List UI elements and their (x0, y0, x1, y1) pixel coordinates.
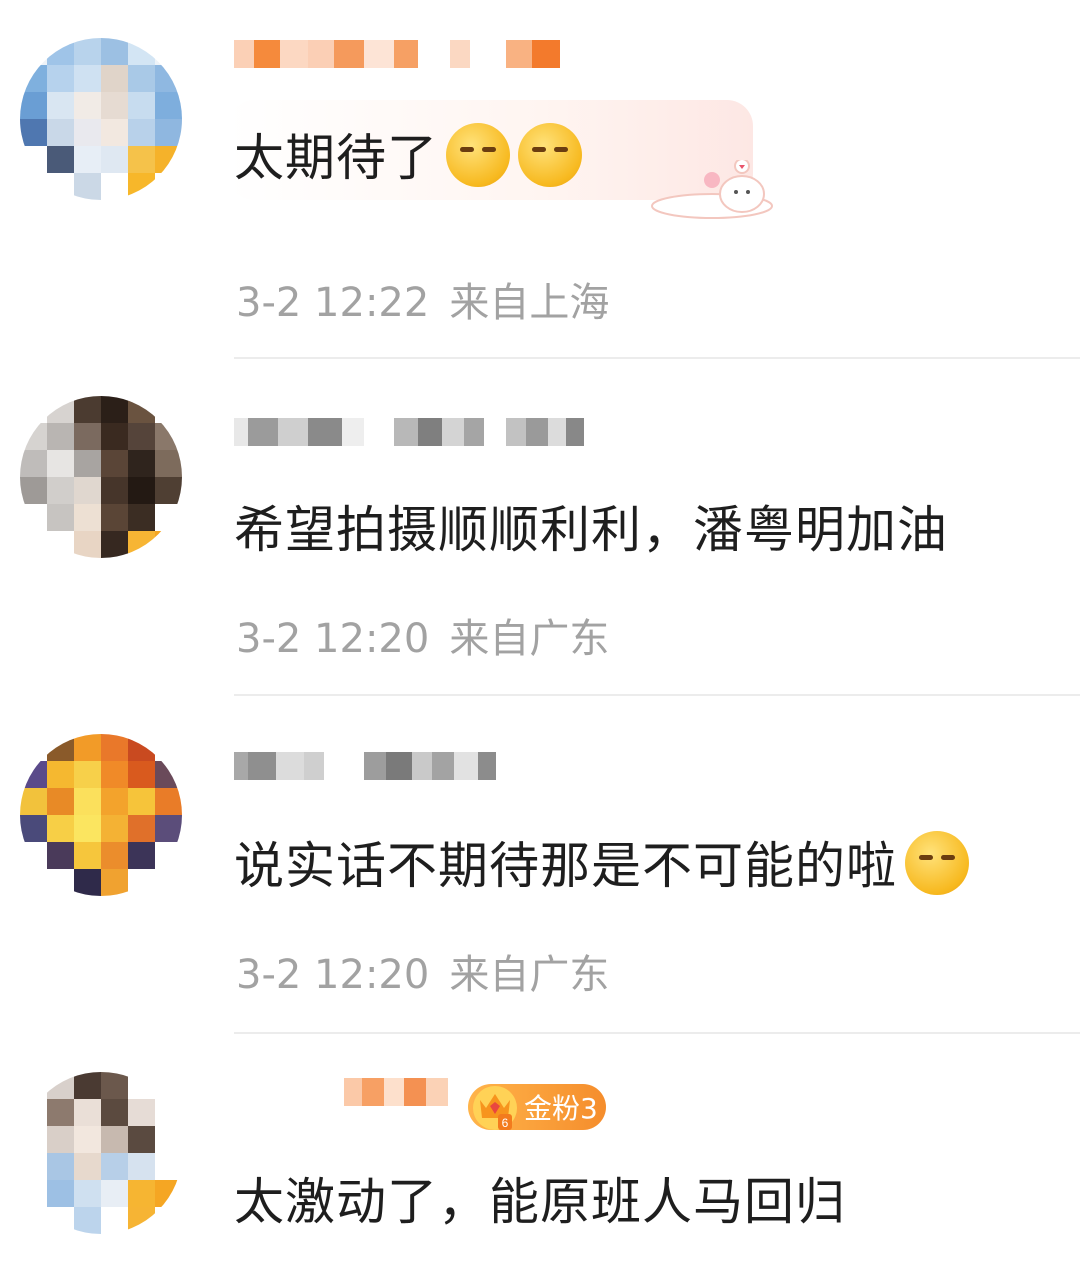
avatar[interactable] (20, 38, 182, 200)
divider (234, 1032, 1080, 1034)
comment-time: 3-2 12:20 (236, 616, 430, 662)
blushing-praying-emoji-icon (446, 123, 510, 187)
username-blurred[interactable] (234, 418, 584, 446)
avatar[interactable] (20, 396, 182, 558)
comment-time: 3-2 12:22 (236, 280, 430, 326)
comment-text: 希望拍摄顺顺利利，潘粤明加油 (234, 490, 948, 562)
avatar[interactable] (20, 734, 182, 896)
cat-sticker-icon (651, 160, 773, 219)
fan-level-badge[interactable]: 6 金粉3 (468, 1084, 606, 1130)
username-blurred[interactable] (234, 1078, 448, 1106)
comment-meta: 3-2 12:20 来自广东 (236, 942, 609, 1000)
username-blurred[interactable] (234, 40, 560, 68)
fan-level-label: 金粉3 (524, 1092, 598, 1125)
blushing-praying-emoji-icon (518, 123, 582, 187)
comment-text: 太期待了 (234, 118, 582, 190)
comment-meta: 3-2 12:20 来自广东 (236, 606, 609, 664)
comment-meta: 3-2 12:22 来自上海 (236, 270, 609, 328)
crown-icon: 6 (473, 1086, 517, 1130)
comment-text-content: 太激动了，能原班人马回归 (234, 1173, 846, 1231)
comment-location: 来自上海 (449, 280, 610, 326)
love-smiling-emoji-icon (905, 831, 969, 895)
username-blurred[interactable] (234, 752, 496, 780)
comment-time: 3-2 12:20 (236, 952, 430, 998)
comment-text-content: 希望拍摄顺顺利利，潘粤明加油 (234, 501, 948, 559)
comment-location: 来自广东 (449, 616, 610, 662)
divider (234, 694, 1080, 696)
svg-text:6: 6 (502, 1116, 509, 1130)
avatar[interactable] (20, 1072, 182, 1234)
comment-text-content: 太期待了 (234, 129, 438, 187)
comment-text: 说实话不期待那是不可能的啦 (234, 826, 969, 898)
divider (234, 357, 1080, 359)
comment-text: 太激动了，能原班人马回归 (234, 1162, 846, 1234)
comment-text-content: 说实话不期待那是不可能的啦 (234, 837, 897, 895)
comment-location: 来自广东 (449, 952, 610, 998)
